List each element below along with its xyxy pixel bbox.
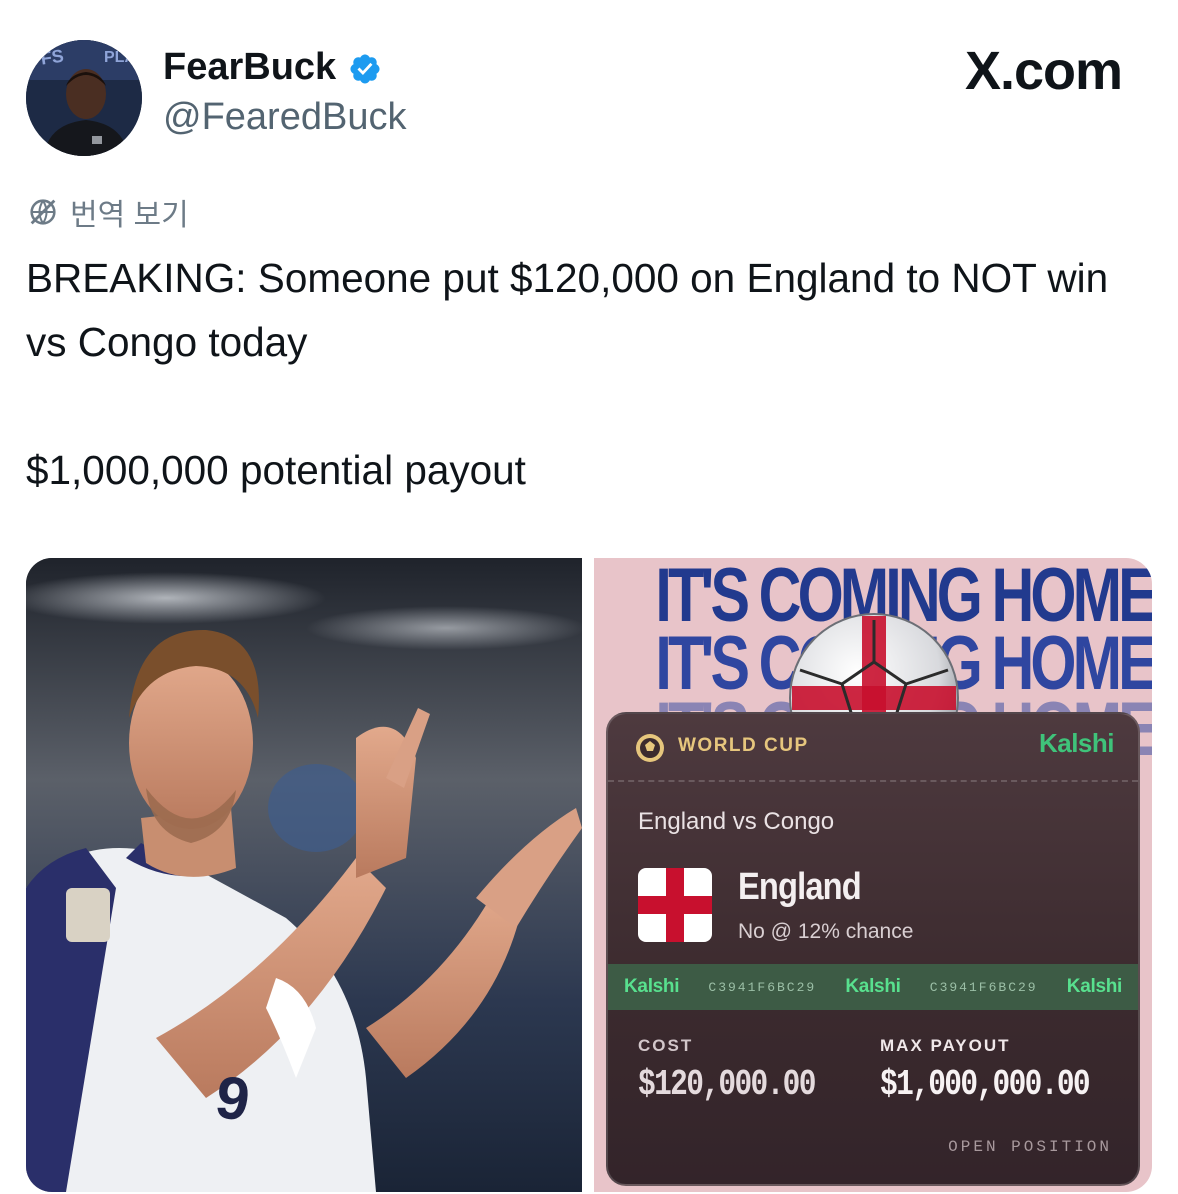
avatar-image: FFS PLA bbox=[26, 40, 142, 156]
author-display-name[interactable]: FearBuck bbox=[163, 46, 336, 89]
tweet-text: BREAKING: Someone put $120,000 on Englan… bbox=[26, 255, 1109, 493]
ticker-strip: Kalshi C3941F6BC29 Kalshi C3941F6BC29 Ka… bbox=[608, 964, 1138, 1010]
ticker-brand: Kalshi bbox=[1066, 976, 1123, 997]
kalshi-logo: Kalshi bbox=[1038, 728, 1115, 758]
player-photo: 9 bbox=[26, 558, 582, 1192]
translate-label: 번역 보기 bbox=[70, 199, 189, 232]
globe-slash-icon bbox=[30, 199, 56, 225]
ticker-code: C3941F6BC29 bbox=[929, 979, 1038, 995]
max-payout-label: MAX PAYOUT bbox=[880, 1036, 1011, 1055]
world-cup-badge-icon bbox=[636, 734, 664, 762]
bet-slip-card: WORLD CUP Kalshi England vs Congo Englan… bbox=[606, 712, 1140, 1186]
ticker-code: C3941F6BC29 bbox=[708, 979, 817, 995]
england-flag-icon bbox=[638, 868, 712, 942]
max-payout-value: $1,000,000.00 bbox=[880, 1064, 1091, 1105]
ticker-brand: Kalshi bbox=[845, 976, 901, 997]
category-label: WORLD CUP bbox=[678, 735, 809, 756]
verified-badge-icon bbox=[350, 54, 380, 84]
card-header: WORLD CUP Kalshi bbox=[608, 714, 1138, 782]
site-watermark: X.com bbox=[964, 41, 1123, 101]
author-avatar[interactable]: FFS PLA bbox=[26, 40, 142, 156]
tweet-photo-player[interactable]: 9 bbox=[26, 558, 582, 1192]
match-title: England vs Congo bbox=[638, 808, 835, 835]
team-name: England bbox=[738, 866, 862, 908]
translate-link[interactable]: 번역 보기 bbox=[26, 190, 189, 234]
cost-label: COST bbox=[638, 1036, 694, 1055]
author-handle[interactable]: @FearedBuck bbox=[163, 96, 406, 139]
tweet-photo-bet-slip[interactable]: IT'S COMING HOME IT'S COMING HOME IT'S C… bbox=[594, 558, 1152, 1192]
ticker-brand: Kalshi bbox=[624, 976, 680, 997]
svg-text:PLA: PLA bbox=[104, 49, 136, 66]
open-position-label: OPEN POSITION bbox=[948, 1138, 1112, 1156]
cost-value: $120,000.00 bbox=[638, 1064, 816, 1105]
position-description: No @ 12% chance bbox=[738, 920, 914, 943]
